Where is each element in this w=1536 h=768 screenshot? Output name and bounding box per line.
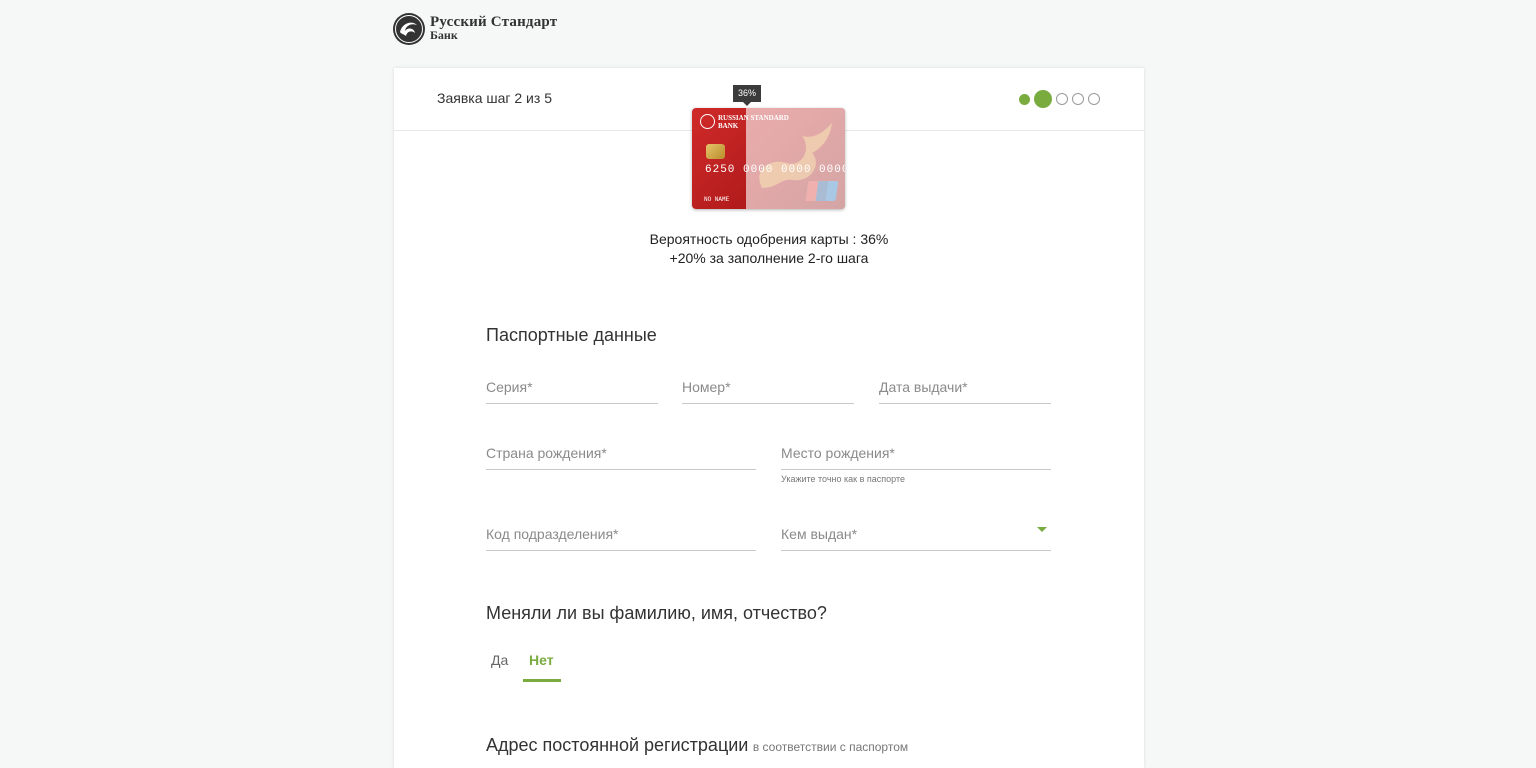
card-holder: NO NAME: [704, 196, 730, 203]
step-dot-3: [1056, 93, 1068, 105]
birth-place-input[interactable]: [781, 445, 1051, 461]
brand-name-line2: Банк: [430, 28, 458, 42]
step-dot-4: [1072, 93, 1084, 105]
approval-bonus: +20% за заполнение 2-го шага: [669, 250, 869, 266]
step-dot-1: [1019, 93, 1030, 105]
birth-country-field: [486, 439, 756, 470]
probability-badge: 36%: [733, 85, 761, 106]
issue-date-field: [879, 373, 1051, 404]
step-progress-dots: [1019, 90, 1100, 108]
passport-number-input[interactable]: [682, 379, 854, 395]
name-change-yes-option[interactable]: Да: [491, 652, 508, 668]
passport-number-field: [682, 373, 854, 404]
name-change-no-option[interactable]: Нет: [529, 652, 554, 668]
department-code-input[interactable]: [486, 526, 756, 542]
registration-address-heading: Адрес постоянной регистрации в соответст…: [486, 735, 908, 756]
passport-series-input[interactable]: [486, 379, 658, 395]
registration-address-subtitle: в соответствии с паспортом: [752, 740, 909, 754]
step-dot-5: [1088, 93, 1100, 105]
card-bank-logo-icon: [700, 114, 715, 129]
step-dot-2: [1034, 90, 1052, 108]
passport-series-field: [486, 373, 658, 404]
issue-date-input[interactable]: [879, 379, 1051, 395]
bank-emblem-icon: [393, 13, 425, 45]
passport-section-title: Паспортные данные: [486, 325, 657, 345]
selected-option-indicator: [523, 679, 561, 682]
step-title: Заявка шаг 2 из 5: [437, 90, 552, 106]
birth-place-hint: Укажите точно как в паспорте: [781, 474, 905, 484]
approval-probability: Вероятность одобрения карты : 36%: [649, 231, 889, 247]
card-chip-icon: [706, 144, 725, 159]
birth-place-field: [781, 439, 1051, 470]
bank-logo[interactable]: Русский Стандарт Банк: [392, 12, 557, 46]
credit-card-image: RUSSIAN STANDARDBANK 6250 0000 0000 0000…: [692, 108, 845, 209]
card-progress-overlay: [746, 108, 845, 209]
department-code-field: [486, 520, 756, 551]
name-change-question: Меняли ли вы фамилию, имя, отчество?: [486, 603, 827, 623]
birth-country-input[interactable]: [486, 445, 756, 461]
registration-address-title: Адрес постоянной регистрации: [486, 735, 749, 755]
issued-by-input[interactable]: [781, 526, 1051, 542]
issued-by-field: [781, 520, 1051, 551]
chevron-down-icon[interactable]: [1037, 527, 1047, 532]
